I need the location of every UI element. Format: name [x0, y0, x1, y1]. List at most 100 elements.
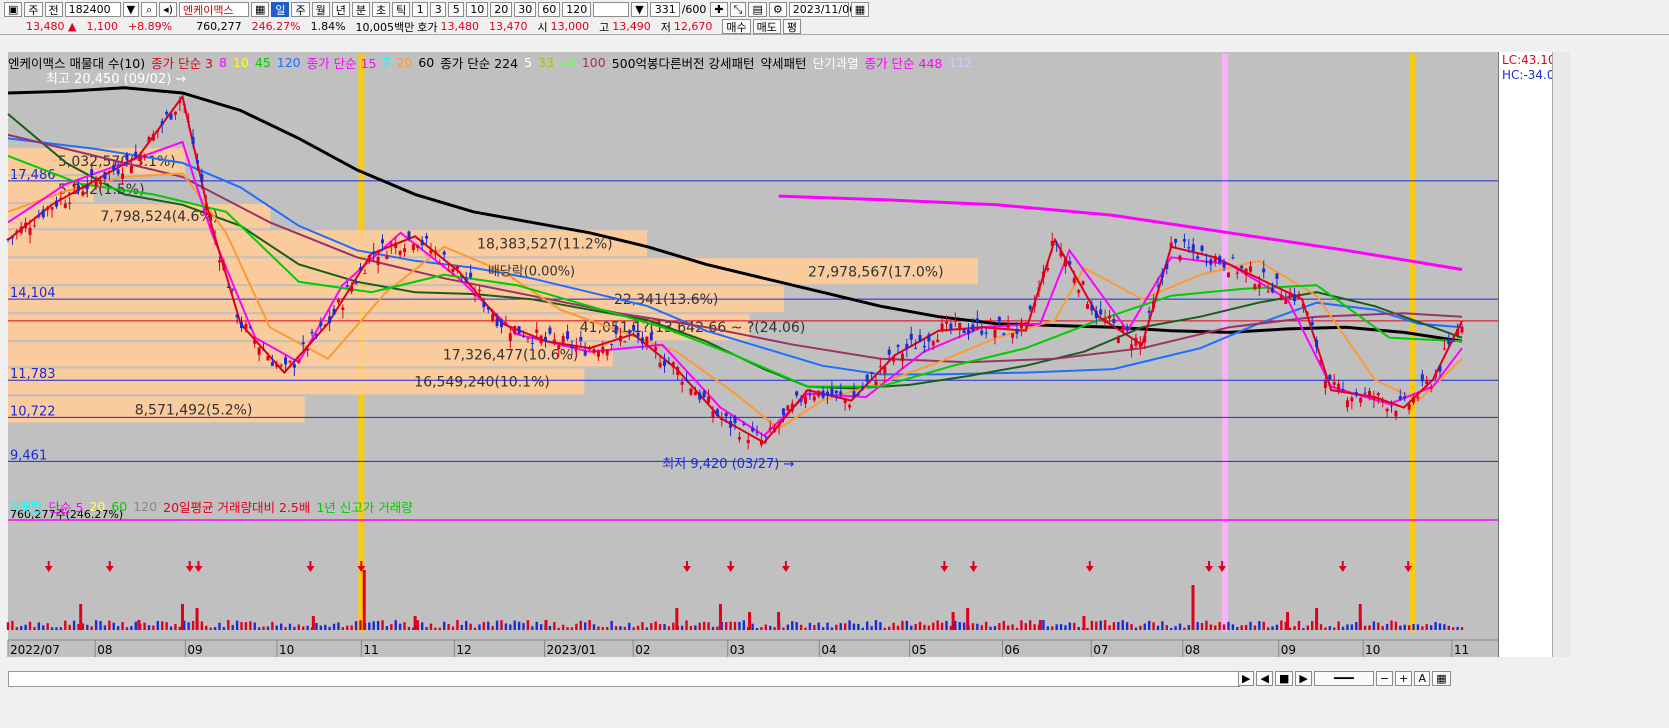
candle-body	[442, 251, 446, 255]
legend-item-4[interactable]: 45	[255, 55, 271, 70]
volume-bar	[1310, 621, 1314, 630]
price-chart[interactable]: 5,032,570(3.1%)5,352(1.5%)7,798,524(4.6%…	[0, 0, 1669, 728]
legend-item-18[interactable]: 종가 단순 448	[865, 53, 943, 72]
volume-profile-label-3: 18,383,527(11.2%)	[477, 236, 613, 252]
volume-bar	[20, 625, 23, 630]
volume-bar	[324, 624, 327, 630]
vol-legend-item-6[interactable]: 1년 신고가 거래량	[316, 497, 412, 516]
legend-item-11[interactable]: 5	[524, 55, 532, 70]
legend-item-9[interactable]: 60	[418, 55, 434, 70]
legend-item-12[interactable]: 33	[538, 55, 554, 70]
next-icon[interactable]: ▶	[1295, 671, 1312, 686]
volume-legend: 거래량 단순 5 20 60 120 20일평균 거래량대비 2.5배 1년 신고가 거래량	[8, 497, 419, 515]
candle-body	[623, 341, 627, 343]
vol-legend-item-4[interactable]: 120	[133, 499, 157, 514]
vol-legend-item-3[interactable]: 60	[111, 499, 127, 514]
candle-body	[178, 101, 182, 104]
vol-legend-item-1[interactable]: 단순 5	[49, 497, 84, 516]
candle-body	[328, 316, 332, 324]
legend-item-2[interactable]: 8	[219, 55, 227, 70]
volume-bar	[147, 625, 151, 630]
candle-body	[499, 320, 503, 328]
prev-icon[interactable]: ◀	[1256, 671, 1273, 686]
play-icon[interactable]: ▶	[1238, 671, 1255, 686]
candle-body	[1262, 268, 1266, 273]
candle-body	[821, 390, 825, 398]
volume-bar	[72, 620, 76, 630]
price-axis[interactable]: LC:43.10 HC:-34.0	[1498, 52, 1555, 657]
vol-legend-item-5[interactable]: 20일평균 거래량대비 2.5배	[163, 497, 310, 516]
volume-bar	[1258, 621, 1261, 630]
volume-spike-6	[413, 616, 417, 630]
legend-item-16[interactable]: 약세패턴	[761, 53, 807, 72]
horizontal-scrollbar[interactable]	[8, 671, 1240, 687]
legend-item-1[interactable]: 종가 단순 3	[151, 53, 213, 72]
candle-body	[755, 432, 759, 434]
candle-body	[667, 362, 671, 364]
zoom-in-icon[interactable]: +	[1395, 671, 1413, 686]
volume-profile-label-7: 17,326,477(10.6%)	[443, 347, 579, 363]
candle-body	[306, 349, 310, 351]
vol-legend-item-0[interactable]: 거래량	[8, 497, 43, 516]
legend-item-0[interactable]: 엔케이맥스 매물대 수(10)	[8, 53, 145, 72]
legend-item-19[interactable]: 112	[948, 55, 972, 70]
volume-bar	[438, 627, 441, 630]
legend-item-14[interactable]: 100	[582, 55, 606, 70]
zoom-slider[interactable]: ━━━	[1313, 671, 1374, 686]
zoom-out-icon[interactable]: −	[1375, 671, 1394, 686]
candle-body	[1187, 247, 1191, 249]
legend-item-7[interactable]: 7	[383, 55, 391, 70]
volume-bar	[1152, 622, 1155, 630]
candle-body	[116, 169, 120, 175]
candle-body	[455, 266, 459, 270]
volume-bar	[1161, 621, 1164, 630]
more-icon[interactable]: ▦	[1432, 671, 1451, 686]
volume-signal-arrow-11	[1085, 566, 1094, 572]
volume-bar	[843, 623, 847, 630]
legend-item-3[interactable]: 10	[233, 55, 249, 70]
legend-item-10[interactable]: 종가 단순 224	[440, 53, 518, 72]
candle-body	[253, 339, 257, 344]
volume-bar	[1196, 622, 1199, 630]
volume-bar	[1381, 626, 1384, 630]
volume-bar	[1363, 625, 1367, 630]
candle-body	[971, 324, 975, 331]
legend-item-13[interactable]: 40	[560, 55, 576, 70]
month-label-14: 09	[1281, 643, 1296, 657]
font-size-icon[interactable]: A	[1414, 671, 1431, 686]
vol-legend-item-2[interactable]: 20	[89, 499, 105, 514]
candle-body	[517, 326, 521, 335]
volume-bar	[161, 621, 164, 630]
candle-body	[165, 112, 169, 115]
candle-body	[1006, 323, 1010, 328]
candle-body	[204, 203, 208, 211]
volume-bar	[55, 627, 58, 630]
candle-body	[530, 342, 534, 344]
month-label-8: 03	[730, 643, 745, 657]
volume-bar	[465, 620, 468, 630]
legend-item-5[interactable]: 120	[277, 55, 301, 70]
candle-body	[526, 338, 530, 340]
volume-bar	[346, 625, 349, 630]
volume-spike-4	[180, 604, 184, 630]
volume-bar	[50, 627, 54, 630]
ex-dividend-annotation: 배당락(0.00%)	[488, 264, 575, 279]
vertical-scrollbar[interactable]	[1552, 52, 1570, 657]
candle-body	[1266, 291, 1270, 293]
volume-bar	[1407, 625, 1411, 630]
volume-bar	[1262, 621, 1265, 630]
candle-body	[394, 242, 398, 249]
volume-bar	[632, 627, 635, 630]
legend-item-8[interactable]: 20	[396, 55, 412, 70]
volume-bar	[751, 623, 754, 630]
volume-bar	[826, 622, 829, 630]
stop-icon[interactable]: ■	[1274, 671, 1294, 686]
vertical-marker-2	[1409, 54, 1416, 632]
volume-bar	[619, 626, 622, 630]
legend-item-6[interactable]: 종가 단순 15	[307, 53, 377, 72]
volume-bar	[1156, 625, 1160, 630]
high-annotation: 최고 20,450 (09/02) →	[46, 72, 186, 87]
legend-item-17[interactable]: 단기과열	[813, 53, 859, 72]
legend-item-15[interactable]: 500억봉다른버전 강세패턴	[612, 53, 755, 72]
volume-bar	[914, 624, 917, 630]
